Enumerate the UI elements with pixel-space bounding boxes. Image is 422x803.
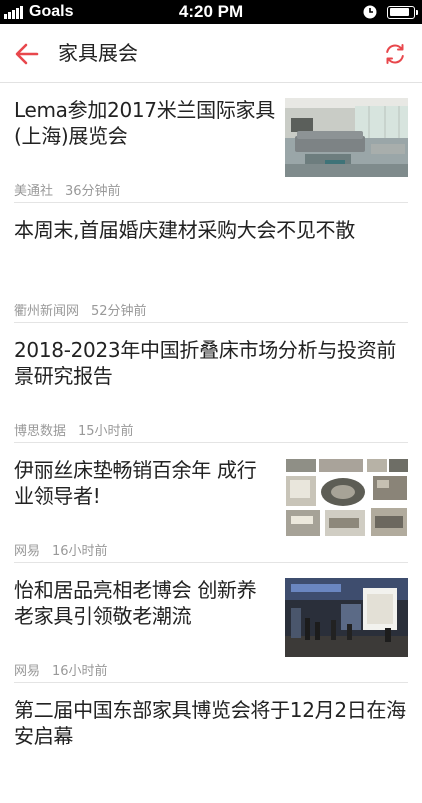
news-time: 16小时前: [52, 664, 108, 679]
news-time: 52分钟前: [91, 304, 147, 319]
news-source: 博思数据: [14, 424, 67, 439]
news-list: Lema参加2017米兰国际家具(上海)展览会 美通社 36分钟前 本周末,首届…: [0, 83, 422, 803]
refresh-icon: [386, 44, 404, 64]
news-title: 本周末,首届婚庆建材采购大会不见不散: [14, 218, 355, 242]
news-time: 16小时前: [52, 544, 108, 559]
nav-bar: 家具展会: [0, 24, 422, 83]
page-title: 家具展会: [58, 41, 138, 65]
news-meta: 网易 16小时前: [14, 660, 108, 679]
news-meta: 博思数据 15小时前: [14, 420, 134, 439]
news-title: 怡和居品亮相老博会 创新养老家具引领敬老潮流: [14, 578, 257, 628]
refresh-button[interactable]: [378, 37, 412, 71]
news-title: 2018-2023年中国折叠床市场分析与投资前景研究报告: [14, 338, 397, 388]
status-time: 4:20 PM: [178, 2, 244, 21]
back-arrow-icon: [15, 43, 39, 65]
status-bar: Goals 4:20 PM: [0, 0, 422, 24]
news-item[interactable]: 怡和居品亮相老博会 创新养老家具引领敬老潮流 网易 16小时前: [0, 563, 422, 683]
news-title: 伊丽丝床垫畅销百余年 成行业领导者!: [14, 458, 257, 508]
battery-nub: [416, 9, 418, 15]
news-time: 36分钟前: [65, 184, 121, 199]
clock-icon: [363, 5, 377, 19]
news-item[interactable]: Lema参加2017米兰国际家具(上海)展览会 美通社 36分钟前: [0, 83, 422, 203]
news-meta: 衢州新闻网 52分钟前: [14, 300, 147, 319]
news-title: Lema参加2017米兰国际家具(上海)展览会: [14, 98, 275, 148]
news-item[interactable]: 伊丽丝床垫畅销百余年 成行业领导者! 网易 16小时前: [0, 443, 422, 563]
news-item[interactable]: 第二届中国东部家具博览会将于12月2日在海安启幕: [0, 683, 422, 803]
news-source: 网易: [14, 664, 41, 679]
news-time: 15小时前: [78, 424, 134, 439]
news-item[interactable]: 本周末,首届婚庆建材采购大会不见不散 衢州新闻网 52分钟前: [0, 203, 422, 323]
battery-icon: [387, 5, 415, 19]
news-source: 衢州新闻网: [14, 304, 80, 319]
news-thumbnail-collage: [285, 458, 408, 537]
news-source: 美通社: [14, 184, 54, 199]
news-item[interactable]: 2018-2023年中国折叠床市场分析与投资前景研究报告 博思数据 15小时前: [0, 323, 422, 443]
back-button[interactable]: [10, 37, 44, 71]
news-title: 第二届中国东部家具博览会将于12月2日在海安启幕: [14, 698, 406, 748]
news-thumbnail-exhibition: [285, 578, 408, 657]
news-meta: 美通社 36分钟前: [14, 180, 121, 199]
news-source: 网易: [14, 544, 41, 559]
news-thumbnail-living-room: [285, 98, 408, 177]
news-meta: 网易 16小时前: [14, 540, 108, 559]
